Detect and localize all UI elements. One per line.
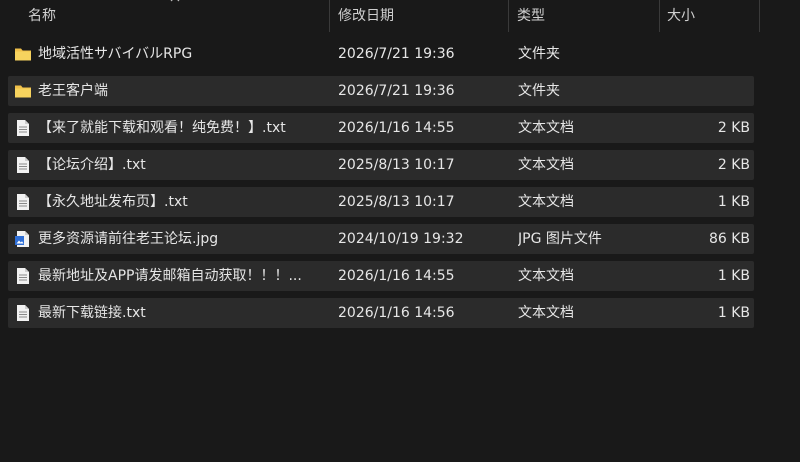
file-date: 2025/8/13 10:17 [338,194,455,210]
file-size: 2 KB [717,157,750,173]
column-header-size[interactable]: 大小 [667,0,695,32]
column-divider[interactable] [659,0,660,32]
column-header-type[interactable]: 类型 [517,0,545,32]
file-size: 2 KB [717,120,750,136]
column-header-date[interactable]: 修改日期 [338,0,394,32]
file-name: 最新下载链接.txt [38,305,146,321]
file-type: 文本文档 [518,268,574,284]
text-file-icon [17,194,29,210]
sort-ascending-icon[interactable] [170,0,180,2]
text-file-icon [17,157,29,173]
file-size: 1 KB [717,268,750,284]
file-date: 2026/7/21 19:36 [338,83,455,99]
file-list: 地域活性サバイバルRPG 2026/7/21 19:36 文件夹 老王客户端 2… [8,39,754,335]
file-type: 文本文档 [518,305,574,321]
file-type: 文本文档 [518,157,574,173]
file-date: 2026/7/21 19:36 [338,46,455,62]
file-row[interactable]: 最新地址及APP请发邮箱自动获取！！！... 2026/1/16 14:55 文… [8,261,754,291]
file-type: 文件夹 [518,46,560,62]
file-name: 老王客户端 [38,83,108,99]
text-file-icon [17,268,29,284]
file-size [660,39,750,69]
file-name: 【永久地址发布页】.txt [38,194,188,210]
text-file-icon [17,120,29,136]
text-file-icon [17,305,29,321]
file-date: 2024/10/19 19:32 [338,231,464,247]
file-name: 【来了就能下载和观看！纯免费！】.txt [38,120,286,136]
file-row[interactable]: 最新下载链接.txt 2026/1/16 14:56 文本文档 1 KB [8,298,754,328]
file-size [660,76,750,106]
file-date: 2026/1/16 14:55 [338,268,455,284]
file-name: 更多资源请前往老王论坛.jpg [38,231,219,247]
file-row[interactable]: 【论坛介绍】.txt 2025/8/13 10:17 文本文档 2 KB [8,150,754,180]
column-divider[interactable] [329,0,330,32]
file-row[interactable]: 【来了就能下载和观看！纯免费！】.txt 2026/1/16 14:55 文本文… [8,113,754,143]
file-row[interactable]: 更多资源请前往老王论坛.jpg 2024/10/19 19:32 JPG 图片文… [8,224,754,254]
file-type: 文本文档 [518,194,574,210]
folder-icon [15,85,31,98]
column-header: 名称 修改日期 类型 大小 [0,0,800,32]
folder-icon [15,48,31,61]
file-row[interactable]: 老王客户端 2026/7/21 19:36 文件夹 [8,76,754,106]
file-type: JPG 图片文件 [518,231,602,247]
file-date: 2025/8/13 10:17 [338,157,455,173]
column-divider[interactable] [508,0,509,32]
file-size: 86 KB [708,231,750,247]
column-divider[interactable] [759,0,760,32]
file-date: 2026/1/16 14:55 [338,120,455,136]
file-name: 最新地址及APP请发邮箱自动获取！！！... [38,268,302,284]
file-size: 1 KB [717,194,750,210]
file-type: 文件夹 [518,83,560,99]
file-row[interactable]: 【永久地址发布页】.txt 2025/8/13 10:17 文本文档 1 KB [8,187,754,217]
file-row[interactable]: 地域活性サバイバルRPG 2026/7/21 19:36 文件夹 [8,39,754,69]
file-type: 文本文档 [518,120,574,136]
file-name: 地域活性サバイバルRPG [38,46,193,62]
file-size: 1 KB [717,305,750,321]
file-date: 2026/1/16 14:56 [338,305,455,321]
image-file-icon [15,231,29,247]
column-header-name[interactable]: 名称 [28,0,56,32]
file-name: 【论坛介绍】.txt [38,157,146,173]
